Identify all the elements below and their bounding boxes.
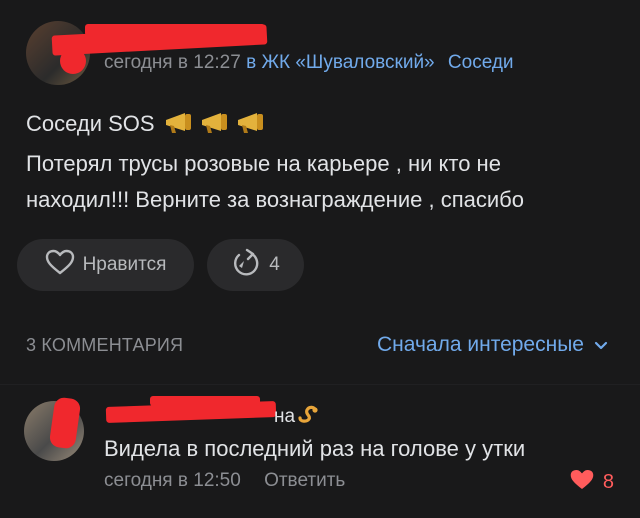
post-time: сегодня в 12:27 bbox=[104, 52, 241, 73]
comments-count: 3 КОММЕНТАРИЯ bbox=[26, 335, 184, 355]
megaphone-icon bbox=[235, 110, 269, 146]
reply-button[interactable]: Ответить bbox=[264, 470, 345, 491]
category-link[interactable]: Соседи bbox=[448, 52, 514, 73]
post-line-1: Соседи SOS bbox=[26, 111, 155, 136]
comment-text: Видела в последний раз на голове у утки bbox=[104, 436, 526, 461]
sort-dropdown[interactable]: Сначала интересные bbox=[377, 333, 608, 357]
author-name-redaction bbox=[85, 24, 265, 36]
commenter-name-suffix: на bbox=[274, 406, 296, 427]
comment-like-button[interactable]: 8 bbox=[569, 468, 614, 497]
post-line-2: Потерял трусы розовые на карьере , ни кт… bbox=[26, 151, 501, 176]
comment-meta: сегодня в 12:50 Ответить bbox=[104, 470, 345, 492]
post-meta: сегодня в 12:27 в ЖК «Шуваловский» Сосед… bbox=[104, 52, 514, 74]
commenter-name[interactable]: на bbox=[274, 404, 319, 430]
group-link[interactable]: ЖК «Шуваловский» bbox=[261, 52, 434, 73]
post-text: Соседи SOS Потерял трусы розовые на карь… bbox=[26, 106, 626, 218]
snake-icon bbox=[297, 404, 319, 430]
like-label: Нравится bbox=[82, 254, 167, 275]
divider bbox=[0, 384, 640, 385]
like-button[interactable]: Нравится bbox=[17, 239, 194, 291]
in-word: в bbox=[246, 52, 257, 73]
heart-outline-icon bbox=[45, 249, 75, 281]
megaphone-icon bbox=[163, 110, 197, 146]
share-button[interactable]: 4 bbox=[207, 239, 304, 291]
megaphone-icon bbox=[199, 110, 233, 146]
comment-like-count: 8 bbox=[602, 471, 614, 493]
comment-time: сегодня в 12:50 bbox=[104, 470, 241, 491]
chevron-down-icon bbox=[594, 333, 608, 357]
sort-label: Сначала интересные bbox=[377, 333, 584, 356]
share-count: 4 bbox=[269, 254, 280, 275]
commenter-name-redaction bbox=[150, 396, 260, 406]
post-line-3: находил!!! Верните за вознаграждение , с… bbox=[26, 187, 524, 212]
heart-filled-icon bbox=[569, 468, 595, 497]
share-icon bbox=[231, 248, 261, 282]
author-name-redaction bbox=[60, 48, 86, 74]
